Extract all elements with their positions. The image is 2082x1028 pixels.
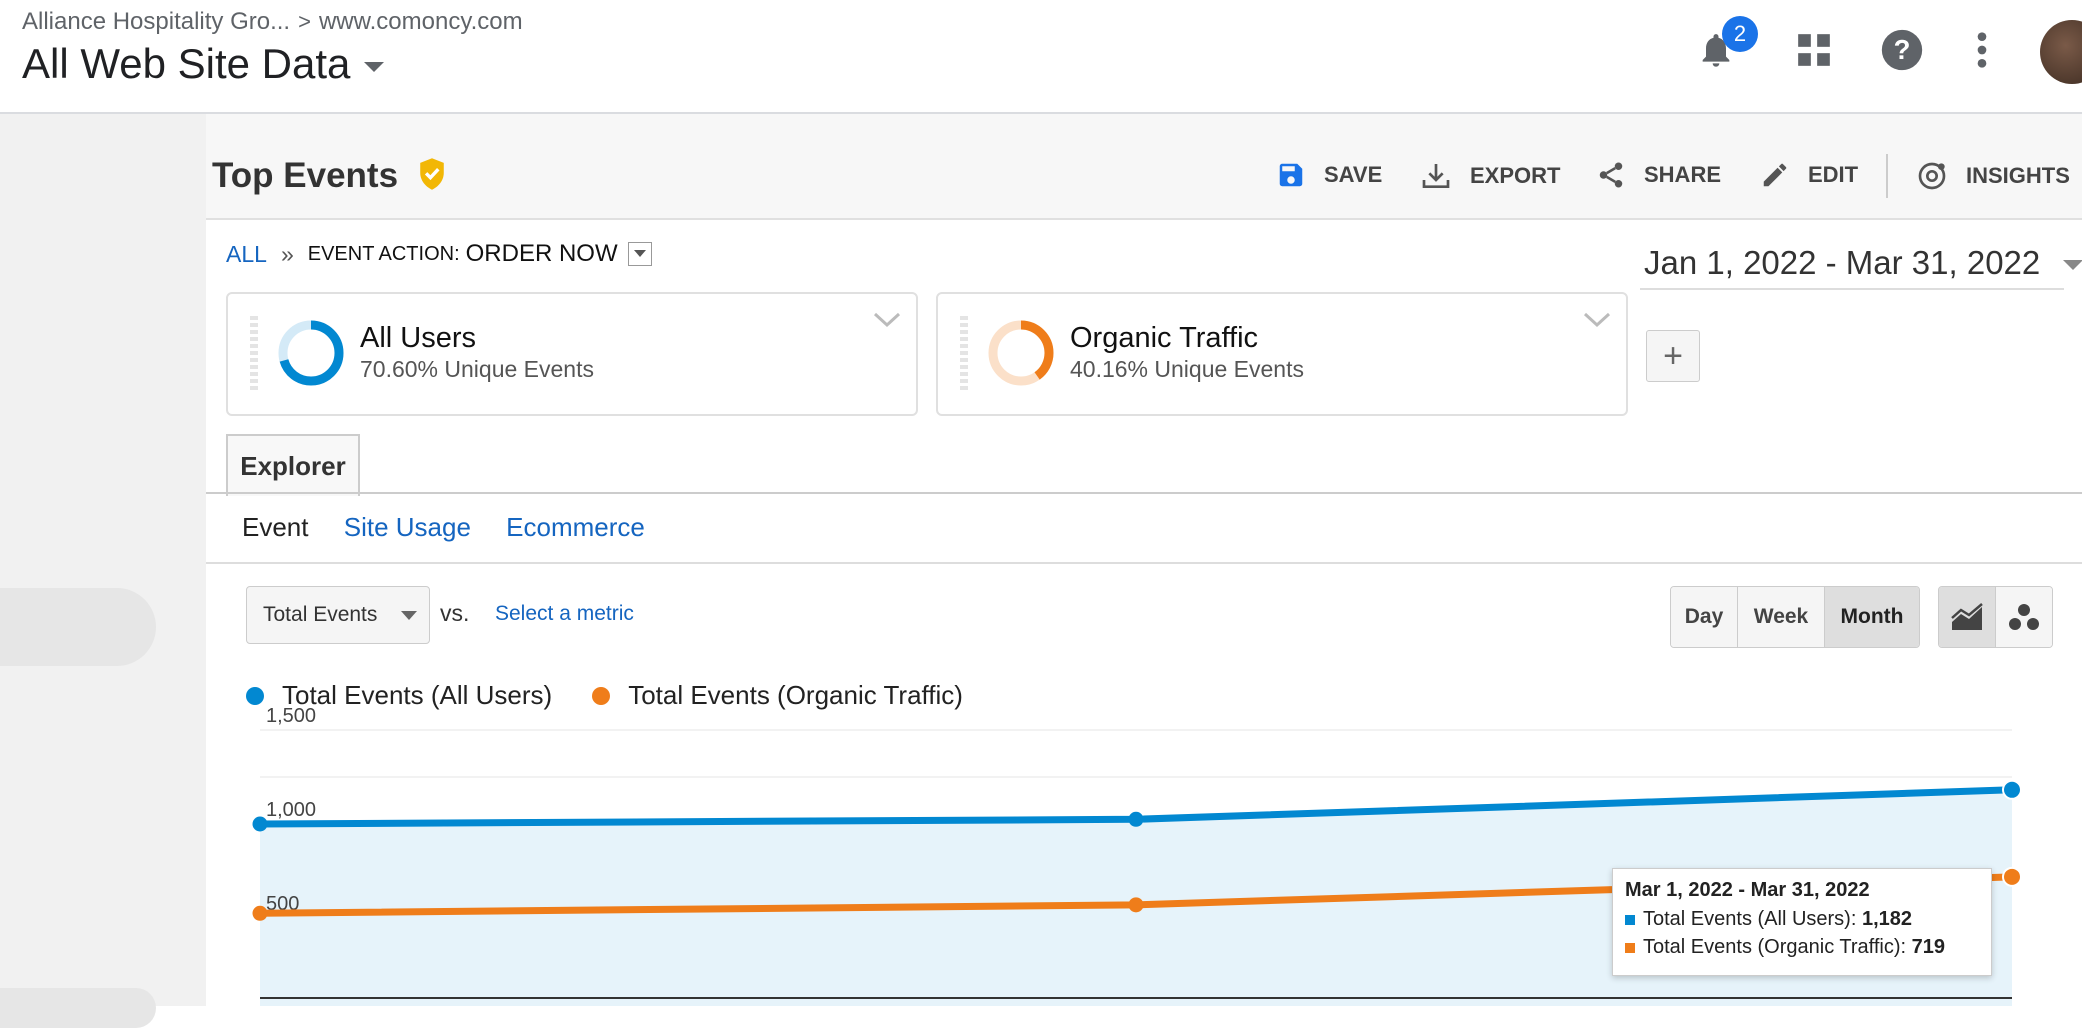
line-chart: 1,5001,000500 bbox=[252, 705, 2022, 1006]
tooltip-value: 1,182 bbox=[1861, 908, 1913, 930]
data-point bbox=[2002, 866, 2022, 887]
tooltip-title: Mar 1, 2022 - Mar 31, 2022 bbox=[1625, 879, 1870, 901]
y-tick-label: 1,000 bbox=[266, 799, 316, 821]
tooltip-label: Total Events (All Users): bbox=[1643, 908, 1857, 930]
chart-tooltip: Mar 1, 2022 - Mar 31, 2022 Total Events … bbox=[1612, 868, 1992, 976]
tooltip-swatch bbox=[1625, 914, 1635, 925]
tooltip-swatch bbox=[1625, 942, 1635, 953]
tooltip-value: 719 bbox=[1911, 936, 1945, 958]
y-tick-label: 1,500 bbox=[266, 705, 316, 727]
tooltip-row: Total Events (All Users): 1,182 bbox=[1625, 908, 1979, 931]
data-point bbox=[1128, 811, 1144, 827]
data-point bbox=[1128, 897, 1144, 913]
tooltip-label: Total Events (Organic Traffic): bbox=[1643, 936, 1907, 958]
data-point bbox=[2002, 779, 2022, 800]
tooltip-row: Total Events (Organic Traffic): 719 bbox=[1625, 936, 1979, 959]
data-point bbox=[252, 816, 268, 832]
data-point bbox=[252, 905, 268, 921]
